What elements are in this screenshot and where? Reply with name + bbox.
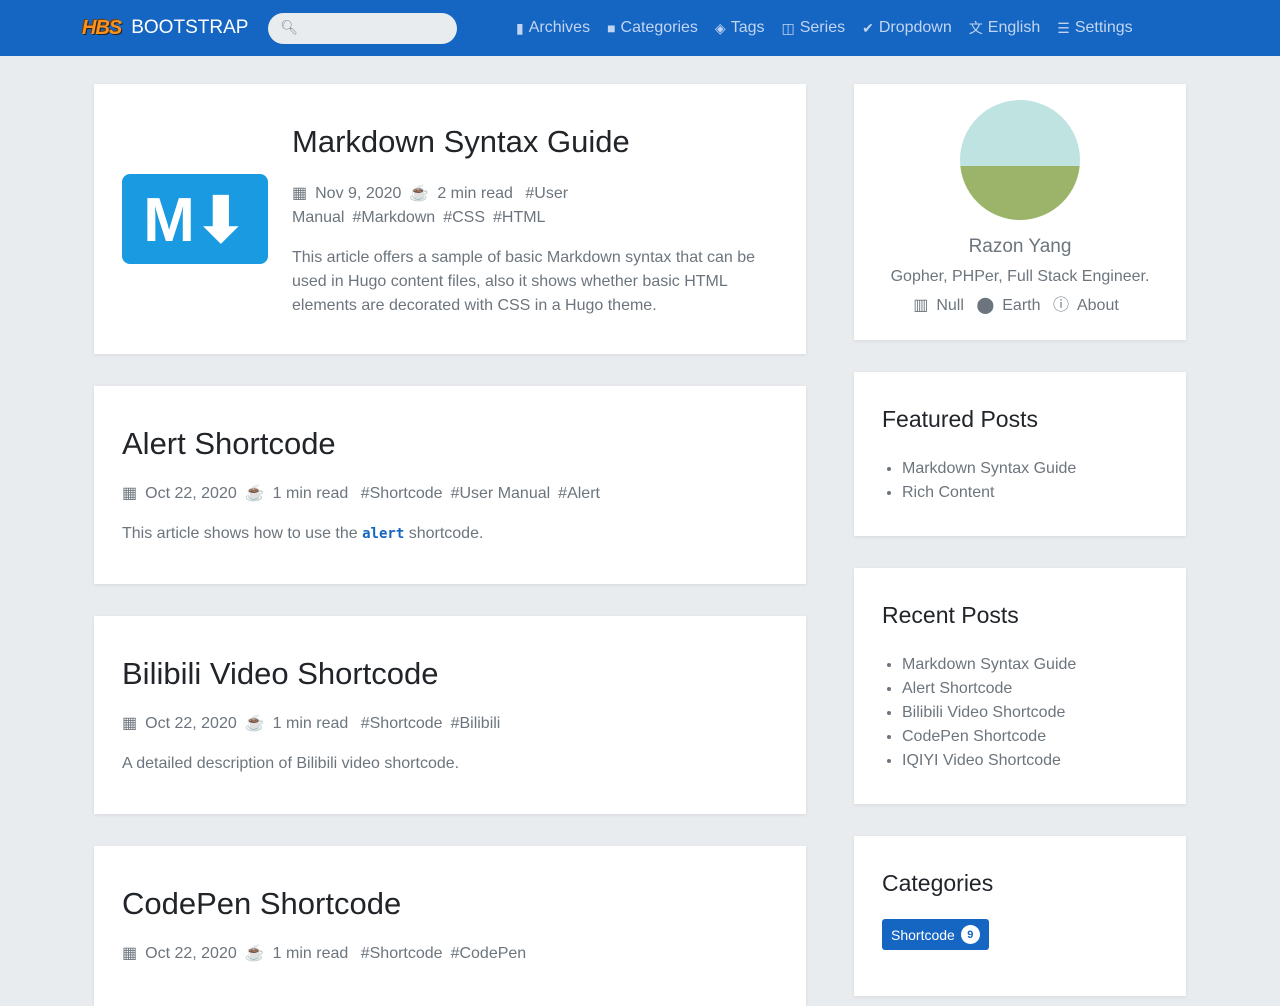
nav-menu: ▮ Archives ■ Categories ◈ Tags ◫ Series ✔ Dropdow…	[516, 0, 1133, 56]
tag[interactable]: #Bilibili	[451, 715, 501, 732]
about-link[interactable]: About	[1077, 297, 1119, 314]
nav-item-dropdown[interactable]: ✔ Dropdown	[862, 19, 952, 37]
tag[interactable]: #Alert	[558, 485, 600, 502]
file-archive-icon: ▮	[516, 19, 524, 36]
nav-item-categories[interactable]: ■ Categories	[607, 19, 698, 37]
post-meta: ▦ Oct 22, 2020 ☕ 1 min read #Shortcode #Code…	[122, 945, 527, 962]
featured-posts-card: Featured Posts Markdown Syntax GuideRich…	[854, 372, 1186, 536]
post-title[interactable]: Markdown Syntax Guide	[292, 124, 772, 160]
list-item[interactable]: IQIYI Video Shortcode	[902, 749, 1158, 773]
coffee-icon: ☕	[244, 715, 265, 732]
coffee-icon: ☕	[244, 485, 265, 502]
list-item[interactable]: Markdown Syntax Guide	[902, 653, 1158, 677]
post-card: M⬇ Markdown Syntax Guide ▦ Nov 9, 2020 ☕ 2 …	[94, 84, 806, 354]
post-summary: This article offers a sample of basic Ma…	[292, 249, 756, 314]
categories-title: Categories	[882, 870, 994, 896]
search-input[interactable]: 🔍︎	[268, 12, 458, 44]
recent-posts-card: Recent Posts Markdown Syntax GuideAlert …	[854, 568, 1186, 804]
avatar	[960, 100, 1080, 220]
post-card: Alert Shortcode ▦ Oct 22, 2020 ☕ 1 min read…	[94, 386, 806, 584]
post-card: Bilibili Video Shortcode ▦ Oct 22, 2020 ☕ 1…	[94, 616, 806, 814]
post-meta: ▦ Nov 9, 2020 ☕ 2 min read #User Manual #Mar…	[292, 185, 569, 226]
recent-list: Markdown Syntax GuideAlert ShortcodeBili…	[882, 653, 1158, 773]
columns-icon: ◫	[781, 19, 795, 36]
calendar-icon: ▦	[122, 945, 138, 962]
info-icon: ⓘ	[1052, 297, 1069, 314]
recent-title: Recent Posts	[882, 602, 1019, 628]
list-item[interactable]: Rich Content	[902, 481, 1158, 505]
post-card: CodePen Shortcode ▦ Oct 22, 2020 ☕ 1 min re…	[94, 846, 806, 1006]
post-summary: A detailed description of Bilibili video…	[122, 755, 460, 772]
nav-item-archives[interactable]: ▮ Archives	[516, 19, 590, 37]
list-item[interactable]: CodePen Shortcode	[902, 725, 1158, 749]
site-logo[interactable]: HBS	[82, 17, 122, 40]
building-icon: ▥	[913, 297, 929, 314]
calendar-icon: ▦	[292, 185, 308, 202]
tag[interactable]: #Shortcode	[361, 485, 443, 502]
featured-list: Markdown Syntax GuideRich Content	[882, 457, 1158, 505]
check-circle-icon: ✔	[862, 19, 874, 36]
tag[interactable]: #CSS	[443, 209, 485, 226]
folder-icon: ■	[607, 20, 616, 36]
list-item[interactable]: Markdown Syntax Guide	[902, 457, 1158, 481]
featured-title: Featured Posts	[882, 406, 1038, 432]
category-shortcode[interactable]: Shortcode 9	[882, 919, 989, 950]
tags-icon: ◈	[714, 19, 726, 36]
list-item[interactable]: Bilibili Video Shortcode	[902, 701, 1158, 725]
markdown-logo-icon: M⬇	[122, 174, 268, 264]
nav-item-english[interactable]: 文 English	[969, 18, 1040, 38]
map-marker-icon: ⬤	[976, 297, 995, 314]
post-title[interactable]: CodePen Shortcode	[122, 886, 778, 922]
profile-card: Razon Yang Gopher, PHPer, Full Stack Eng…	[854, 84, 1186, 340]
post-meta: ▦ Oct 22, 2020 ☕ 1 min read #Shortcode #Bili…	[122, 715, 501, 732]
site-brand[interactable]: BOOTSTRAP	[131, 17, 248, 39]
navbar: HBS BOOTSTRAP 🔍︎ ▮ Archives ■ Categories ◈ Ta…	[0, 0, 1280, 56]
search-icon: 🔍︎	[280, 18, 299, 35]
coffee-icon: ☕	[244, 945, 265, 962]
post-title[interactable]: Bilibili Video Shortcode	[122, 656, 778, 692]
nav-item-series[interactable]: ◫ Series	[782, 19, 846, 37]
post-summary: This article shows how to use the alert …	[122, 525, 484, 542]
coffee-icon: ☕	[409, 185, 430, 202]
tag[interactable]: #Shortcode	[361, 715, 443, 732]
tag[interactable]: #HTML	[493, 209, 545, 226]
tag[interactable]: #User Manual	[451, 485, 551, 502]
tag[interactable]: #CodePen	[451, 945, 527, 962]
nav-item-settings[interactable]: ☰ Settings	[1057, 19, 1132, 37]
calendar-icon: ▦	[122, 715, 138, 732]
calendar-icon: ▦	[122, 485, 138, 502]
language-icon: 文	[968, 20, 983, 36]
list-item[interactable]: Alert Shortcode	[902, 677, 1158, 701]
sliders-icon: ☰	[1057, 19, 1070, 36]
profile-bio: Gopher, PHPer, Full Stack Engineer.	[890, 268, 1150, 285]
categories-card: Categories Shortcode 9	[854, 836, 1186, 996]
post-title[interactable]: Alert Shortcode	[122, 426, 778, 462]
post-meta: ▦ Oct 22, 2020 ☕ 1 min read #Shortcode #User…	[122, 485, 600, 502]
nav-item-tags[interactable]: ◈ Tags	[715, 19, 765, 37]
tag[interactable]: #Markdown	[352, 209, 435, 226]
tag[interactable]: #Shortcode	[361, 945, 443, 962]
profile-name: Razon Yang	[968, 236, 1072, 257]
